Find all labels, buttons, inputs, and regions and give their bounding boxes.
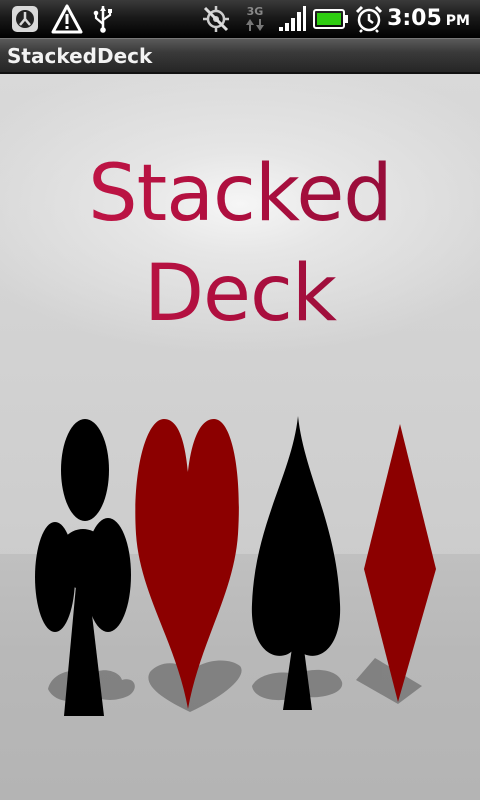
- data-3g-icon: 3G: [240, 4, 270, 34]
- splash-title: Stacked Deck: [0, 144, 480, 344]
- suit-shadows: [48, 658, 422, 712]
- app-notification-icon: [10, 4, 40, 34]
- battery-icon: [312, 4, 350, 34]
- gps-off-icon: [200, 4, 232, 34]
- app-title: StackedDeck: [7, 44, 153, 68]
- app-title-bar: StackedDeck: [0, 38, 480, 74]
- club-suit: [35, 419, 131, 716]
- clock-ampm: PM: [445, 13, 470, 29]
- spade-suit: [251, 416, 341, 710]
- network-type-label: 3G: [246, 5, 264, 18]
- usb-icon: [90, 4, 116, 34]
- status-bar: 3G 3:05 PM: [0, 0, 480, 38]
- card-suits-graphic: [35, 416, 436, 716]
- warning-icon: [50, 4, 84, 34]
- signal-icon: [276, 4, 308, 34]
- alarm-icon: [354, 4, 384, 34]
- status-clock: 3:05 PM: [387, 4, 470, 34]
- screen: 3G 3:05 PM StackedDeck Stacked Deck: [0, 0, 480, 800]
- splash-screen[interactable]: Stacked Deck: [0, 74, 480, 800]
- clock-time: 3:05: [387, 6, 442, 31]
